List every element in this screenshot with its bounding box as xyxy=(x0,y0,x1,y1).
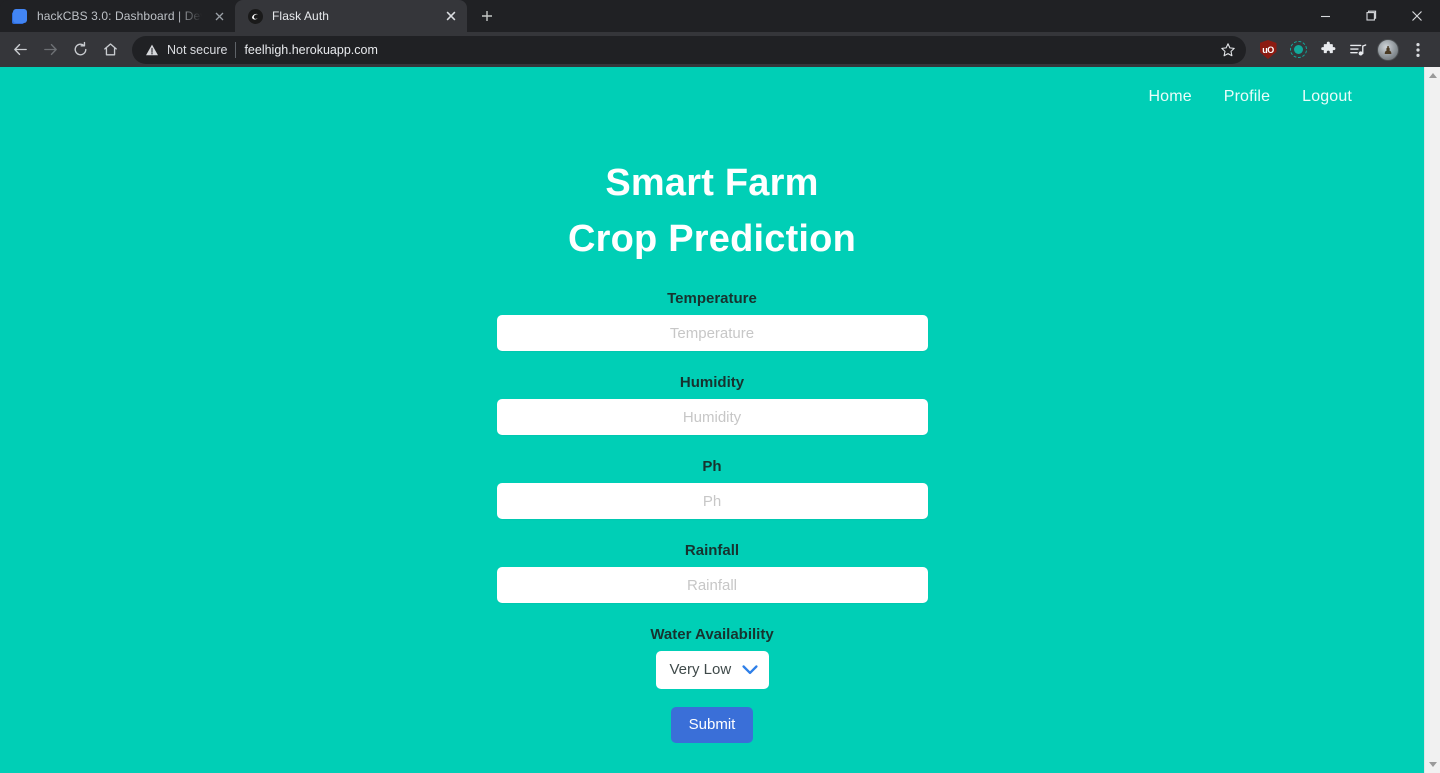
page-viewport: Home Profile Logout Smart Farm Crop Pred… xyxy=(0,67,1440,773)
window-controls xyxy=(1302,0,1440,32)
label-temperature: Temperature xyxy=(667,290,757,307)
omnibox-divider xyxy=(235,41,237,58)
back-arrow-icon[interactable] xyxy=(6,36,34,64)
field-ph: Ph xyxy=(496,457,928,541)
avatar[interactable]: ♟ xyxy=(1374,36,1402,64)
maximize-icon[interactable] xyxy=(1348,0,1394,32)
devfolio-icon xyxy=(12,8,28,24)
close-icon[interactable] xyxy=(1394,0,1440,32)
nav-link-profile[interactable]: Profile xyxy=(1208,81,1286,113)
select-selected-value: Very Low xyxy=(669,661,732,678)
tab-devfolio[interactable]: hackCBS 3.0: Dashboard | Devfoli xyxy=(0,0,235,32)
media-playlist-icon[interactable] xyxy=(1344,36,1372,64)
submit-button[interactable]: Submit xyxy=(670,707,754,743)
input-rainfall[interactable] xyxy=(496,567,928,603)
field-humidity: Humidity xyxy=(496,373,928,457)
chevron-down-icon xyxy=(741,665,758,676)
tab-strip: hackCBS 3.0: Dashboard | Devfoli Flask A… xyxy=(0,0,1440,32)
forward-arrow-icon[interactable] xyxy=(36,36,64,64)
page-title-line-2: Crop Prediction xyxy=(567,218,857,260)
site-navigation: Home Profile Logout xyxy=(0,67,1424,113)
close-icon[interactable] xyxy=(211,8,227,24)
tab-title: hackCBS 3.0: Dashboard | Devfoli xyxy=(37,9,202,23)
page-title-line-1: Smart Farm xyxy=(605,162,819,204)
extension-circle-icon[interactable] xyxy=(1284,36,1312,64)
new-tab-button[interactable] xyxy=(473,2,501,30)
flask-icon xyxy=(247,8,263,24)
page-scrollbar[interactable] xyxy=(1424,67,1440,773)
nav-link-logout[interactable]: Logout xyxy=(1286,81,1368,113)
browser-toolbar: Not secure feelhigh.herokuapp.com uO ♟ xyxy=(0,32,1440,67)
tab-title: Flask Auth xyxy=(272,9,330,23)
puzzle-extensions-icon[interactable] xyxy=(1314,36,1342,64)
ublock-badge: uO xyxy=(1259,40,1277,59)
reload-icon[interactable] xyxy=(66,36,94,64)
three-dot-menu-icon[interactable] xyxy=(1404,36,1432,64)
ublock-origin-icon[interactable]: uO xyxy=(1254,36,1282,64)
close-icon[interactable] xyxy=(443,8,459,24)
home-icon[interactable] xyxy=(96,36,124,64)
label-humidity: Humidity xyxy=(679,374,745,391)
scroll-up-arrow-icon[interactable] xyxy=(1425,67,1440,84)
security-status-text: Not secure xyxy=(167,42,228,57)
address-bar[interactable]: Not secure feelhigh.herokuapp.com xyxy=(132,35,1246,64)
field-rainfall: Rainfall xyxy=(496,541,928,625)
nav-link-home[interactable]: Home xyxy=(1132,81,1207,113)
field-water-availability: Water Availability Very Low xyxy=(497,625,928,689)
input-humidity[interactable] xyxy=(496,399,928,435)
label-water-availability: Water Availability xyxy=(650,626,774,643)
select-wrapper: Very Low xyxy=(497,651,928,689)
browser-window: hackCBS 3.0: Dashboard | Devfoli Flask A… xyxy=(0,0,1440,773)
label-rainfall: Rainfall xyxy=(684,542,740,559)
crop-prediction-form: Temperature Humidity Ph Rainfall xyxy=(496,289,928,743)
input-temperature[interactable] xyxy=(496,315,928,351)
toolbar-right-cluster: uO ♟ xyxy=(1254,36,1432,64)
url-text: feelhigh.herokuapp.com xyxy=(244,42,378,57)
page-title: Smart Farm Crop Prediction xyxy=(0,155,1424,267)
tab-flask-auth[interactable]: Flask Auth xyxy=(235,0,467,32)
select-water-availability[interactable]: Very Low xyxy=(655,651,769,689)
bookmark-star-icon[interactable] xyxy=(1220,42,1236,58)
minimize-icon[interactable] xyxy=(1302,0,1348,32)
field-temperature: Temperature xyxy=(496,289,928,373)
label-ph: Ph xyxy=(702,458,722,475)
submit-wrapper: Submit xyxy=(497,707,928,743)
scroll-down-arrow-icon[interactable] xyxy=(1425,756,1440,773)
input-ph[interactable] xyxy=(496,483,928,519)
not-secure-warning-icon xyxy=(145,43,159,57)
page-body: Home Profile Logout Smart Farm Crop Pred… xyxy=(0,67,1424,773)
page-content: Smart Farm Crop Prediction Temperature H… xyxy=(0,67,1424,743)
